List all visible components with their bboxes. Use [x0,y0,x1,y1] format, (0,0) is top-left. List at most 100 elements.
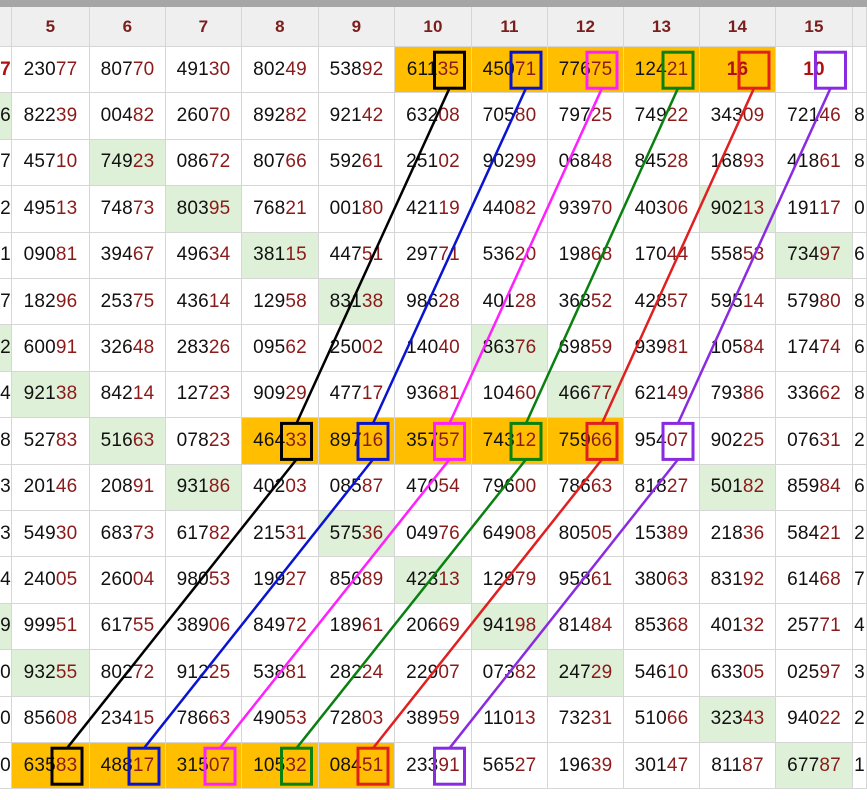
column-header: 12 [548,7,624,47]
number-cell: 7 [0,279,12,326]
number-cell: 980 53 [166,557,242,604]
number-cell: 208 91 [90,464,166,511]
number-cell: 7 [0,47,12,94]
number-cell: 856 08 [12,696,90,743]
column-header: 8 [242,7,319,47]
number-cell: 025 97 [776,650,853,697]
column-header [853,7,867,47]
number-cell: 421 19 [395,186,472,233]
number-cell: 253 75 [90,279,166,326]
number-cell: 368 52 [548,279,624,326]
number-cell: 909 29 [242,371,319,419]
number-cell: 233 91 [395,743,472,790]
number-cell: 822 39 [12,93,90,140]
number-cell: 6 [853,325,867,372]
number-cell: 863 76 [472,325,548,372]
number-cell: 343 09 [700,93,776,140]
number-cell: 683 73 [90,511,166,558]
number-cell: 085 87 [319,464,395,511]
number-cell: 440 82 [472,186,548,233]
number-cell: 797 25 [548,93,624,140]
number-cell: 496 34 [166,232,242,279]
number-cell: 189 61 [319,603,395,651]
number-cell: 450 71 [472,47,548,94]
number-cell: 282 24 [319,650,395,697]
number-cell: 999 51 [12,603,90,651]
number-cell: 748 73 [90,186,166,233]
number-cell: 549 30 [12,511,90,558]
number-cell: 153 89 [624,511,700,558]
number-cell: 728 03 [319,696,395,743]
number-cell: 2 [853,511,867,558]
number-cell: 095 62 [242,325,319,372]
number-cell: 802 72 [90,650,166,697]
number-cell: 1 [0,232,12,279]
number-cell: 4 [0,371,12,419]
number-cell: 004 82 [90,93,166,140]
number-cell: 811 87 [700,743,776,790]
number-cell: 401 28 [472,279,548,326]
number-cell: 859 84 [776,464,853,511]
number-cell: 198 68 [548,232,624,279]
number-cell: 856 89 [319,557,395,604]
number-cell: 617 82 [166,511,242,558]
column-header: 13 [624,7,700,47]
number-cell: 447 51 [319,232,395,279]
number-cell: 129 79 [472,557,548,604]
number-cell: 931 86 [166,464,242,511]
number-cell: 939 81 [624,325,700,372]
number-cell: 7 [0,139,12,187]
number-cell: 16 [700,47,776,94]
number-cell: 4 [853,603,867,651]
number-cell: 9 [0,603,12,651]
number-cell: 6 [853,232,867,279]
number-cell: 536 20 [472,232,548,279]
number-cell: 301 47 [624,743,700,790]
number-cell: 579 80 [776,279,853,326]
number-cell: 389 59 [395,696,472,743]
number-cell: 941 98 [472,603,548,651]
number-cell: 251 02 [395,139,472,187]
number-cell: 336 62 [776,371,853,419]
column-header [0,7,12,47]
number-cell: 001 80 [319,186,395,233]
number-cell: 490 53 [242,696,319,743]
number-cell: 831 38 [319,279,395,326]
number-cell: 538 81 [242,650,319,697]
column-header: 9 [319,7,395,47]
number-cell: 260 70 [166,93,242,140]
number-cell: 229 07 [395,650,472,697]
number-cell: 902 25 [700,418,776,465]
number-cell: 3 [0,464,12,511]
number-cell: 743 12 [472,418,548,465]
number-cell: 240 05 [12,557,90,604]
number-cell: 546 10 [624,650,700,697]
number-cell: 470 54 [395,464,472,511]
number-cell: 776 75 [548,47,624,94]
number-cell: 565 27 [472,743,548,790]
number-cell: 734 97 [776,232,853,279]
column-header: 11 [472,7,548,47]
column-header: 7 [166,7,242,47]
number-cell: 842 14 [90,371,166,419]
number-cell: 423 13 [395,557,472,604]
number-cell: 477 17 [319,371,395,419]
number-cell: 170 44 [624,232,700,279]
number-cell: 892 82 [242,93,319,140]
number-cell: 698 59 [548,325,624,372]
number-cell: 495 13 [12,186,90,233]
number-cell: 418 61 [776,139,853,187]
number-cell: 250 02 [319,325,395,372]
number-cell: 632 08 [395,93,472,140]
number-cell: 403 06 [624,186,700,233]
number-cell: 749 22 [624,93,700,140]
number-cell: 936 81 [395,371,472,419]
number-cell: 721 46 [776,93,853,140]
number-cell: 7 [853,557,867,604]
number-cell: 201 46 [12,464,90,511]
number-cell: 257 71 [776,603,853,651]
number-cell: 466 77 [548,371,624,419]
number-cell: 6 [0,93,12,140]
column-header: 5 [12,7,90,47]
number-cell: 326 48 [90,325,166,372]
